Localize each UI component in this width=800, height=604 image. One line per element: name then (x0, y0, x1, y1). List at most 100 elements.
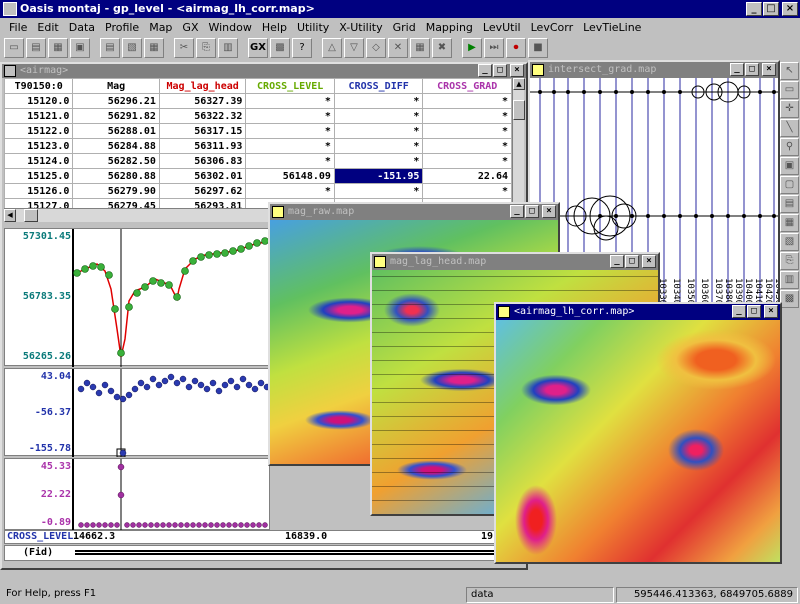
table-cell[interactable]: 56288.01 (72, 123, 160, 139)
column-header[interactable]: Mag (72, 78, 160, 94)
menu-utility[interactable]: Utility (292, 21, 334, 34)
table-cell[interactable]: 56322.32 (158, 108, 247, 124)
table-cell[interactable]: * (333, 93, 424, 109)
column-header[interactable]: Mag_lag_head (158, 78, 247, 94)
triangle-down-icon[interactable]: ▽ (344, 38, 364, 58)
table-row[interactable]: 15124.0 56282.50 56306.83 * * * (3, 153, 512, 169)
h-scroll-thumb[interactable] (24, 209, 38, 222)
table-cell[interactable]: 56327.39 (158, 93, 247, 109)
profile-panel-cross-diff[interactable]: 43.04 -56.37 -155.78 (4, 368, 271, 457)
minimize-button[interactable]: _ (746, 2, 762, 16)
table-cell[interactable]: * (245, 153, 335, 169)
select-tool-icon[interactable]: ✕ (388, 38, 408, 58)
delete-tool-icon[interactable]: ✖ (432, 38, 452, 58)
paste-icon[interactable]: ▥ (218, 38, 238, 58)
scroll-thumb[interactable] (513, 100, 525, 120)
table-row[interactable]: 15120.0 56296.21 56327.39 * * * (3, 93, 512, 109)
lag-minimize-button[interactable]: _ (610, 255, 624, 268)
table-cell[interactable]: * (422, 183, 512, 199)
profile-panel-cross-grad[interactable]: 45.33 22.22 -0.89 (4, 458, 270, 531)
cut-icon[interactable]: ✂ (174, 38, 194, 58)
pan-tool-icon[interactable]: ▦ (410, 38, 430, 58)
profile-panel-mag[interactable]: 57301.45 56783.35 56265.26 (4, 228, 271, 367)
table-cell[interactable]: 56297.62 (158, 183, 247, 199)
intersect-maximize-button[interactable]: □ (745, 63, 759, 76)
menu-file[interactable]: File (4, 21, 32, 34)
scroll-up-arrow[interactable]: ▲ (513, 78, 525, 90)
table-cell[interactable]: 56317.15 (158, 123, 247, 139)
menu-profile[interactable]: Profile (100, 21, 144, 34)
row-fiducial-cell[interactable]: 15125.0 (3, 168, 74, 184)
corr-close-button[interactable]: × (764, 305, 778, 318)
table-cell[interactable]: 56279.90 (72, 183, 160, 199)
table-cell[interactable]: 56296.21 (72, 93, 160, 109)
table-row[interactable]: 15122.0 56288.01 56317.15 * * * (3, 123, 512, 139)
menu-data[interactable]: Data (64, 21, 100, 34)
table-cell[interactable]: 56280.88 (72, 168, 160, 184)
database-window-title-bar[interactable]: <airmag> _ □ × (2, 64, 526, 78)
app-icon[interactable] (3, 2, 17, 16)
table-cell[interactable]: 56306.83 (158, 153, 247, 169)
grid-vertical-scrollbar[interactable]: ▲ (512, 78, 525, 202)
column-header[interactable]: CROSS_LEVEL (245, 78, 335, 94)
edit-group-icon[interactable]: ▧ (780, 233, 799, 251)
play-icon[interactable]: ▶ (462, 38, 482, 58)
maximize-button[interactable]: □ (763, 2, 779, 16)
rectangle-select-icon[interactable]: ▭ (780, 81, 799, 99)
line-tool-icon[interactable]: ╲ (780, 119, 799, 137)
column-header[interactable]: T90150:0 (3, 78, 74, 94)
table-cell[interactable]: * (333, 138, 424, 154)
table-cell[interactable]: * (422, 93, 512, 109)
table-cell[interactable]: 56284.88 (72, 138, 160, 154)
table-cell[interactable]: * (245, 123, 335, 139)
copy-icon[interactable]: ⎘ (196, 38, 216, 58)
airmag-lh-corr-title-bar[interactable]: <airmag_lh_corr.map> _ □ × (496, 304, 780, 320)
intersect-close-button[interactable]: × (762, 63, 776, 76)
menu-edit[interactable]: Edit (32, 21, 63, 34)
table-row[interactable]: 15125.0 56280.88 56302.01 56148.09 -151.95 22… (3, 168, 512, 184)
context-help-icon[interactable]: ? (292, 38, 312, 58)
database-icon[interactable]: ▤ (100, 38, 120, 58)
row-fiducial-cell[interactable]: 15124.0 (3, 153, 74, 169)
run-gx-icon[interactable]: ▩ (270, 38, 290, 58)
table-cell[interactable]: * (245, 183, 335, 199)
table-cell[interactable]: 56148.09 (245, 168, 335, 184)
table-cell[interactable]: * (422, 138, 512, 154)
table-cell[interactable]: * (333, 108, 424, 124)
step-icon[interactable]: ⏭ (484, 38, 504, 58)
corr-minimize-button[interactable]: _ (732, 305, 746, 318)
save-icon[interactable]: ▣ (70, 38, 90, 58)
table-row[interactable]: 15123.0 56284.88 56311.93 * * * (3, 138, 512, 154)
new-file-icon[interactable]: ▭ (4, 38, 24, 58)
airmag-lh-corr-grid-image[interactable] (496, 320, 780, 562)
table-cell[interactable]: * (422, 123, 512, 139)
database-grid[interactable]: T90150:0 Mag Mag_lag_head CROSS_LEVEL CR… (3, 78, 512, 214)
table-cell[interactable]: 56282.50 (72, 153, 160, 169)
zoom-box-icon[interactable]: ▣ (780, 157, 799, 175)
table-cell[interactable]: -151.95 (333, 168, 424, 184)
close-button[interactable]: × (782, 2, 798, 16)
zoom-full-icon[interactable]: ▢ (780, 176, 799, 194)
column-header[interactable]: CROSS_GRAD (422, 78, 512, 94)
menu-gx[interactable]: GX (177, 21, 203, 34)
intersect-map-title-bar[interactable]: intersect_grad.map _ □ × (530, 62, 778, 78)
triangle-icon[interactable]: △ (322, 38, 342, 58)
row-fiducial-cell[interactable]: 15122.0 (3, 123, 74, 139)
table-cell[interactable]: 22.64 (422, 168, 512, 184)
select-arrow-icon[interactable]: ↖ (780, 62, 799, 80)
table-cell[interactable]: 56291.82 (72, 108, 160, 124)
zoom-icon[interactable]: ⚲ (780, 138, 799, 156)
corr-maximize-button[interactable]: □ (747, 305, 761, 318)
raw-close-button[interactable]: × (542, 205, 556, 218)
raw-minimize-button[interactable]: _ (510, 205, 524, 218)
menu-map[interactable]: Map (144, 21, 177, 34)
intersect-minimize-button[interactable]: _ (730, 63, 744, 76)
stop-icon[interactable]: ■ (528, 38, 548, 58)
record-icon[interactable]: ⏺ (506, 38, 526, 58)
table-cell[interactable]: 56311.93 (158, 138, 247, 154)
table-cell[interactable]: * (333, 123, 424, 139)
open-database-icon[interactable]: ▤ (26, 38, 46, 58)
lag-close-button[interactable]: × (642, 255, 656, 268)
view-icon[interactable]: ▦ (780, 214, 799, 232)
row-fiducial-cell[interactable]: 15126.0 (3, 183, 74, 199)
